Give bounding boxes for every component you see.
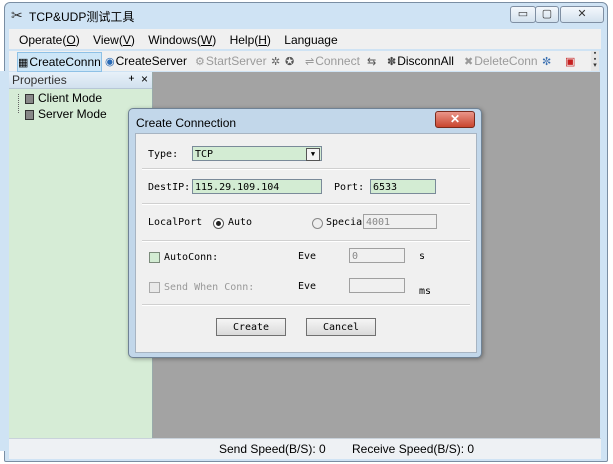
power-icon: ▣: [565, 56, 576, 68]
panel-close-icon[interactable]: ×: [141, 72, 148, 86]
chevron-down-icon: ▼: [306, 148, 320, 161]
tree-item-server-mode[interactable]: Server Mode: [25, 107, 107, 121]
server-mode-icon: [25, 109, 34, 120]
menu-operate[interactable]: Operate(O): [9, 29, 80, 51]
divider: [142, 168, 470, 170]
minimize-button[interactable]: ▭: [510, 6, 536, 23]
stop-server-button[interactable]: ✲: [271, 52, 281, 70]
new-connection-icon: ▦: [18, 57, 29, 69]
type-label: Type:: [148, 149, 179, 160]
port-label: Port:: [334, 182, 365, 193]
tree-item-client-mode[interactable]: Client Mode: [25, 91, 102, 105]
divider: [142, 203, 470, 205]
receive-speed: Receive Speed(B/S): 0: [352, 442, 475, 456]
pin-icon[interactable]: ᚐ: [129, 73, 134, 84]
auto-label: Auto: [228, 217, 253, 228]
create-button[interactable]: Create: [216, 318, 286, 336]
properties-header: Properties ᚐ ×: [9, 72, 152, 89]
menu-help[interactable]: Help(H): [220, 29, 271, 51]
dialog-close-button[interactable]: ✕: [435, 111, 475, 128]
refresh-button[interactable]: ✪: [285, 52, 295, 70]
disconn-all-button[interactable]: ✽DisconnAll: [387, 52, 454, 70]
start-server-button[interactable]: ⚙StartServer: [195, 52, 267, 70]
menu-view[interactable]: View(V): [83, 29, 135, 51]
create-connection-dialog: Create Connection ✕ Type: TCP ▼ DestIP: …: [128, 108, 482, 358]
close-window-button[interactable]: ✕: [560, 6, 604, 23]
delete-icon: ✖: [464, 56, 474, 68]
dialog-body: Type: TCP ▼ DestIP: 115.29.109.104 Port:…: [135, 133, 477, 353]
create-server-button[interactable]: ◉CreateServer: [105, 52, 187, 70]
dialog-title: Create Connection: [136, 116, 237, 130]
divider: [142, 304, 470, 306]
dest-ip-label: DestIP:: [148, 182, 191, 193]
maximize-button[interactable]: ▢: [535, 6, 559, 23]
cancel-button[interactable]: Cancel: [306, 318, 376, 336]
window-title: TCP&UDP测试工具: [29, 10, 135, 24]
auto-conn-checkbox[interactable]: [149, 252, 160, 263]
menu-bar: Operate(O) View(V) Windows(W) Help(H) La…: [9, 29, 601, 49]
gear-icon: ✼: [542, 56, 552, 68]
auto-radio[interactable]: [213, 218, 224, 229]
connect-icon: ⇌: [305, 56, 315, 68]
toolbar-overflow-handle[interactable]: ▪ ▪ ▾: [591, 50, 599, 71]
auto-conn-unit: s: [419, 251, 426, 262]
disconnect-button[interactable]: ⇆: [367, 52, 377, 70]
send-speed: Send Speed(B/S): 0: [219, 442, 326, 456]
create-conn-button[interactable]: ▦CreateConnn: [17, 52, 102, 72]
auto-conn-interval-input[interactable]: 0: [349, 248, 405, 263]
start-server-icon: ⚙: [195, 56, 205, 68]
disconnect-icon: ⇆: [367, 56, 377, 68]
app-logo-icon: ✂: [11, 7, 23, 23]
divider: [142, 240, 470, 242]
type-select[interactable]: TCP ▼: [192, 146, 322, 161]
auto-conn-label: AutoConn:: [164, 252, 219, 263]
refresh-icon: ✪: [285, 56, 295, 68]
specify-port-input[interactable]: 4001: [363, 214, 437, 229]
disconnect-all-icon: ✽: [387, 56, 397, 68]
stop-server-icon: ✲: [271, 56, 281, 68]
settings-button[interactable]: ✼: [542, 52, 552, 70]
specify-radio[interactable]: [312, 218, 323, 229]
window-left-edge: [0, 71, 9, 451]
client-mode-icon: [25, 93, 34, 104]
send-interval-unit: ms: [419, 286, 432, 297]
local-port-label: LocalPort: [148, 217, 203, 228]
menu-windows[interactable]: Windows(W): [138, 29, 216, 51]
delete-conn-button[interactable]: ✖DeleteConn: [464, 52, 538, 70]
server-globe-icon: ◉: [105, 56, 115, 68]
properties-title: Properties: [12, 73, 67, 87]
specify-label: Specia: [326, 217, 363, 228]
menu-language[interactable]: Language: [274, 29, 337, 51]
port-input[interactable]: 6533: [370, 179, 436, 194]
send-when-conn-label: Send When Conn:: [164, 282, 255, 293]
send-interval-input[interactable]: [349, 278, 405, 293]
status-bar: Send Speed(B/S): 0 Receive Speed(B/S): 0: [9, 438, 601, 459]
dest-ip-input[interactable]: 115.29.109.104: [192, 179, 322, 194]
exit-button[interactable]: ▣: [565, 52, 576, 70]
title-bar: ✂ TCP&UDP测试工具 ▭ ▢ ✕: [5, 3, 607, 27]
send-when-conn-checkbox[interactable]: [149, 282, 160, 293]
connect-button[interactable]: ⇌Connect: [305, 52, 360, 70]
tree-connector: [18, 94, 19, 113]
send-every-label: Eve: [298, 281, 317, 292]
toolbar: ▦CreateConnn ◉CreateServer ⚙StartServer …: [9, 51, 593, 72]
auto-conn-every-label: Eve: [298, 251, 317, 262]
